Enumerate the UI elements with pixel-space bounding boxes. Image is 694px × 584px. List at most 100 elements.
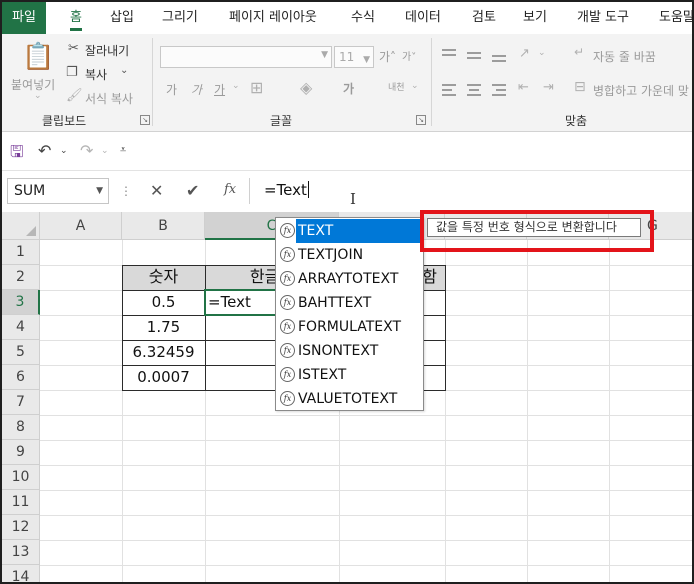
- row-header-12[interactable]: 12: [2, 515, 40, 540]
- font-name-select[interactable]: ▼: [160, 46, 332, 68]
- chevron-down-icon: ▼: [363, 55, 370, 65]
- function-autocomplete-list[interactable]: fx TEXT fx TEXTJOIN fx ARRAYTOTEXT fx BAHTTE…: [275, 217, 424, 411]
- chevron-down-icon: ▼: [321, 50, 328, 60]
- autocomplete-item[interactable]: fx FORMULATEXT: [276, 315, 423, 339]
- autocomplete-item[interactable]: fx TEXT: [276, 219, 423, 243]
- format-painter-button[interactable]: 서식 복사: [85, 90, 133, 107]
- chevron-down-icon[interactable]: ⌄: [101, 146, 109, 156]
- chevron-down-icon[interactable]: ⌄: [34, 91, 42, 101]
- autocomplete-item[interactable]: fx ARRAYTOTEXT: [276, 267, 423, 291]
- save-icon[interactable]: 🖫: [10, 141, 24, 168]
- paste-icon: 📋: [22, 42, 55, 72]
- autocomplete-item[interactable]: fx VALUETOTEXT: [276, 387, 423, 411]
- chevron-down-icon[interactable]: ⌄: [232, 81, 240, 91]
- tab-view[interactable]: 보기: [523, 2, 547, 34]
- row-header-1[interactable]: 1: [2, 240, 40, 265]
- row-header-2[interactable]: 2: [2, 265, 40, 290]
- quick-access-toolbar: 🖫 ↶ ⌄ ↷ ⌄ ⩡: [2, 132, 692, 170]
- chevron-down-icon[interactable]: ⌄: [538, 48, 546, 58]
- cut-icon: ✂: [68, 41, 79, 56]
- copy-button[interactable]: 복사: [85, 66, 107, 83]
- name-box[interactable]: SUM ▼: [7, 178, 109, 204]
- autocomplete-item[interactable]: fx ISTEXT: [276, 363, 423, 387]
- formula-divider: [249, 178, 250, 204]
- gridline: [40, 465, 692, 466]
- redo-icon[interactable]: ↷: [80, 141, 93, 160]
- row-header-7[interactable]: 7: [2, 390, 40, 415]
- decrease-indent-icon[interactable]: ⇤: [518, 80, 529, 95]
- splitter-handle[interactable]: ⋮: [120, 184, 132, 198]
- gridline: [40, 515, 692, 516]
- tab-formulas[interactable]: 수식: [351, 2, 375, 34]
- text-caret: [307, 181, 309, 198]
- row-header-5[interactable]: 5: [2, 340, 40, 365]
- gridline: [40, 490, 692, 491]
- function-icon: fx: [280, 367, 295, 382]
- undo-icon[interactable]: ↶: [38, 141, 51, 160]
- function-icon: fx: [280, 295, 295, 310]
- formula-input[interactable]: =Text: [264, 181, 309, 199]
- ibeam-cursor-icon: I: [350, 190, 356, 208]
- cancel-icon[interactable]: ✕: [150, 181, 163, 200]
- chevron-down-icon[interactable]: ⌄: [120, 65, 128, 76]
- phonetic-button[interactable]: 내천: [388, 80, 405, 93]
- enter-icon[interactable]: ✔: [186, 181, 199, 200]
- row-header-14[interactable]: 14: [2, 565, 40, 582]
- chevron-down-icon[interactable]: ⌄: [411, 81, 419, 91]
- row-header-8[interactable]: 8: [2, 415, 40, 440]
- tab-developer[interactable]: 개발 도구: [577, 2, 629, 34]
- autocomplete-item[interactable]: fx TEXTJOIN: [276, 243, 423, 267]
- tab-review[interactable]: 검토: [472, 2, 496, 34]
- gridline: [609, 240, 610, 582]
- column-header-b[interactable]: B: [122, 212, 205, 240]
- alignment-group-label: 맞춤: [565, 114, 588, 128]
- function-icon: fx: [280, 391, 295, 406]
- tab-draw[interactable]: 그리기: [162, 2, 198, 34]
- autocomplete-item[interactable]: fx ISNONTEXT: [276, 339, 423, 363]
- function-icon: fx: [280, 343, 295, 358]
- row-header-4[interactable]: 4: [2, 315, 40, 340]
- clipboard-launcher-icon[interactable]: ↘: [140, 115, 150, 125]
- font-color-icon[interactable]: 가: [343, 80, 354, 97]
- wrap-text-button[interactable]: 자동 줄 바꿈: [593, 48, 656, 65]
- tab-insert[interactable]: 삽입: [110, 2, 134, 34]
- merge-center-button[interactable]: 병합하고 가운데 맞: [593, 82, 689, 99]
- border-icon[interactable]: ⊞: [250, 78, 263, 97]
- row-header-6[interactable]: 6: [2, 365, 40, 390]
- cut-button[interactable]: 잘라내기: [85, 42, 129, 59]
- tab-help[interactable]: 도움말: [659, 2, 692, 34]
- font-size-select[interactable]: 11 ▼: [334, 46, 374, 68]
- autocomplete-item[interactable]: fx BAHTTEXT: [276, 291, 423, 315]
- row-header-11[interactable]: 11: [2, 490, 40, 515]
- decrease-font-icon[interactable]: 가˅: [402, 48, 416, 63]
- increase-font-icon[interactable]: 가˄: [379, 48, 396, 65]
- gridline: [40, 415, 692, 416]
- tab-page-layout[interactable]: 페이지 레이아웃: [229, 2, 317, 34]
- orientation-icon[interactable]: ↗: [519, 46, 530, 61]
- tab-data[interactable]: 데이터: [405, 2, 441, 34]
- row-header-9[interactable]: 9: [2, 440, 40, 465]
- chevron-down-icon[interactable]: ⌄: [60, 146, 68, 156]
- function-icon: fx: [280, 271, 295, 286]
- row-header-3[interactable]: 3: [2, 290, 40, 315]
- select-all-button[interactable]: [2, 212, 40, 240]
- column-header-a[interactable]: A: [40, 212, 122, 240]
- format-painter-icon: 🖌: [66, 88, 83, 103]
- fill-color-icon[interactable]: ◈: [300, 78, 312, 97]
- row-header-13[interactable]: 13: [2, 540, 40, 565]
- row-header-10[interactable]: 10: [2, 465, 40, 490]
- annotation-highlight-box: [420, 210, 654, 252]
- customize-toolbar-icon[interactable]: ⩡: [120, 143, 126, 157]
- function-icon: fx: [280, 247, 295, 262]
- increase-indent-icon[interactable]: ⇥: [543, 80, 554, 95]
- gridline: [527, 240, 528, 582]
- bold-button[interactable]: 가: [166, 81, 177, 98]
- function-icon: fx: [280, 319, 295, 334]
- insert-function-icon[interactable]: fx: [224, 182, 236, 197]
- gridline: [40, 540, 692, 541]
- font-launcher-icon[interactable]: ↘: [416, 115, 426, 125]
- tab-file[interactable]: 파일: [2, 2, 46, 34]
- tab-home[interactable]: 홈: [70, 2, 82, 34]
- underline-button[interactable]: 가: [214, 81, 225, 98]
- italic-button[interactable]: 가: [191, 81, 202, 98]
